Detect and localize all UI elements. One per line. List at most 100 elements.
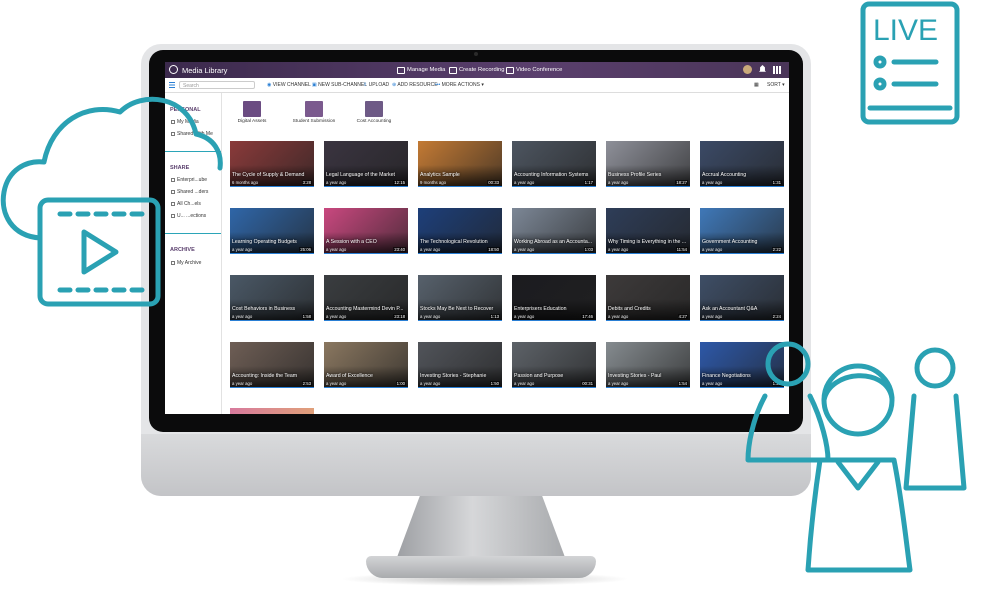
video-duration: 2:53 xyxy=(301,381,312,386)
video-tile[interactable]: Investing Stories - Stephanie a year ago 1… xyxy=(418,342,502,388)
nav-label: Video Conference xyxy=(516,67,563,73)
sidebar-item-my-media[interactable]: My Media xyxy=(171,119,199,125)
sidebar-item-enterprise-tube[interactable]: Enterpri...ube xyxy=(171,177,207,183)
video-title: The Technological Revolution xyxy=(420,239,488,245)
video-age: a year ago xyxy=(232,381,253,386)
divider xyxy=(165,151,221,152)
video-title: Why Timing is Everything in the ... xyxy=(608,239,687,245)
sidebar-item-shared-with-me[interactable]: Shared With Me xyxy=(171,131,213,137)
apps-grid-icon[interactable] xyxy=(773,66,781,74)
record-icon xyxy=(449,66,457,74)
menu-icon[interactable] xyxy=(169,82,175,88)
video-tile[interactable]: The Technological Revolution a year ago 18… xyxy=(418,208,502,254)
add-resource-button[interactable]: ⊕ ADD RESOURCE xyxy=(392,82,438,88)
video-tile[interactable]: Enterprisers Education a year ago 17:46 xyxy=(512,275,596,321)
video-duration: 23:18 xyxy=(393,314,406,319)
tube-icon xyxy=(171,177,175,182)
video-age: a year ago xyxy=(702,247,723,252)
view-channel-button[interactable]: ◉ VIEW CHANNEL xyxy=(267,82,311,88)
video-tile[interactable]: Finance Negotiations a year ago 1:21 xyxy=(700,342,784,388)
progress-bar xyxy=(512,386,596,388)
sort-button[interactable]: SORT ▾ xyxy=(767,82,785,88)
video-age: a year ago xyxy=(232,314,253,319)
video-title: Government Accounting xyxy=(702,239,758,245)
video-age: a year ago xyxy=(608,247,629,252)
folder-student-submission[interactable]: Student Submission xyxy=(284,101,344,124)
new-sub-channel-button[interactable]: ▣ NEW SUB-CHANNEL xyxy=(312,82,367,88)
video-tile[interactable]: Legal Language of the Market a year ago 12… xyxy=(324,141,408,187)
progress-bar xyxy=(418,319,502,321)
video-age: a year ago xyxy=(420,381,441,386)
nav-create-recording[interactable]: Create Recording xyxy=(449,65,504,75)
video-tile[interactable]: Accounting Mastermind Devin P... a year a… xyxy=(324,275,408,321)
sidebar-item-collections[interactable]: U... ...ections xyxy=(171,213,206,219)
monitor-chin xyxy=(141,434,811,496)
video-tile[interactable]: Learning Operating Budgets a year ago 25:0… xyxy=(230,208,314,254)
video-title: Passion and Purpose xyxy=(514,373,564,379)
video-tile[interactable]: Accrual Accounting a year ago 1:31 xyxy=(700,141,784,187)
action-label: VIEW CHANNEL xyxy=(272,82,311,88)
video-tile[interactable]: The Cycle of Supply & Demand 6 months ago… xyxy=(230,141,314,187)
bell-icon[interactable] xyxy=(759,65,766,72)
video-title: Debits and Credits xyxy=(608,306,651,312)
progress-bar xyxy=(512,252,596,254)
video-tile[interactable]: Why Timing is Everything in the ... a yea… xyxy=(606,208,690,254)
video-title: Investing Stories - Stephanie xyxy=(420,373,487,379)
sidebar-item-all-channels[interactable]: All Ch...els xyxy=(171,201,201,207)
more-actions-button[interactable]: ••• MORE ACTIONS ▾ xyxy=(435,82,484,88)
video-tile[interactable]: A Session with a CEO a year ago 23:40 xyxy=(324,208,408,254)
search-input[interactable]: Search xyxy=(179,81,255,89)
video-duration: 1:00 xyxy=(395,381,406,386)
video-tile-partial[interactable] xyxy=(230,408,314,414)
video-age: a year ago xyxy=(514,314,535,319)
video-tile[interactable]: Cost Behaviors in Business a year ago 1:58 xyxy=(230,275,314,321)
video-tile[interactable]: Accounting: Inside the Team a year ago 2:5… xyxy=(230,342,314,388)
video-tile[interactable]: Working Abroad as an Accounta... a year a… xyxy=(512,208,596,254)
content-area: Digital Assets Student Submission Cost A… xyxy=(222,93,789,414)
app-logo-icon[interactable] xyxy=(169,65,178,74)
action-label: MORE ACTIONS xyxy=(441,82,480,88)
video-tile[interactable]: Analytics Sample 9 months ago 00:33 xyxy=(418,141,502,187)
video-tile[interactable]: Accounting Information Systems a year ago… xyxy=(512,141,596,187)
video-duration: 23:40 xyxy=(393,247,406,252)
folder-cost-accounting[interactable]: Cost Accounting xyxy=(344,101,404,124)
video-age: a year ago xyxy=(326,314,347,319)
video-age: a year ago xyxy=(326,180,347,185)
video-tile[interactable]: Investing Stories - Paul a year ago 1:54 xyxy=(606,342,690,388)
live-label: LIVE xyxy=(873,14,938,47)
nav-manage-media[interactable]: Manage Media xyxy=(397,65,445,75)
video-title: Enterprisers Education xyxy=(514,306,567,312)
sidebar-item-my-archive[interactable]: My Archive xyxy=(171,260,201,266)
grid-view-icon[interactable]: ▦ xyxy=(754,82,759,88)
progress-bar xyxy=(700,386,784,388)
sidebar-item-label: All Ch...els xyxy=(177,201,201,207)
video-age: a year ago xyxy=(514,381,535,386)
sidebar-item-shared-folders[interactable]: Shared ...ders xyxy=(171,189,208,195)
video-tile[interactable]: Ask an Accountant Q&A a year ago 2:24 xyxy=(700,275,784,321)
folder-digital-assets[interactable]: Digital Assets xyxy=(222,101,282,124)
sidebar-item-label: U... ...ections xyxy=(177,213,207,219)
action-label: UPLOAD xyxy=(368,82,390,88)
video-tile[interactable]: Business Profile Series a year ago 18:27 xyxy=(606,141,690,187)
top-bar: Media Library Manage Media Create Record… xyxy=(165,62,789,78)
toolbar: Search ◉ VIEW CHANNEL ▣ NEW SUB-CHANNEL … xyxy=(165,78,789,93)
video-tile[interactable]: Award of Excellence a year ago 1:00 xyxy=(324,342,408,388)
video-tile[interactable]: Government Accounting a year ago 2:22 xyxy=(700,208,784,254)
video-tile[interactable]: Passion and Purpose a year ago 00:31 xyxy=(512,342,596,388)
video-title: Business Profile Series xyxy=(608,172,662,178)
video-title: Cost Behaviors in Business xyxy=(232,306,296,312)
upload-button[interactable]: ⇪ UPLOAD xyxy=(363,82,389,88)
video-age: a year ago xyxy=(326,381,347,386)
video-tile[interactable]: Stocks May Be Next to Recover a year ago 1… xyxy=(418,275,502,321)
monitor-base xyxy=(366,556,596,578)
video-title: The Cycle of Supply & Demand xyxy=(232,172,305,178)
sidebar-item-label: Enterpri...ube xyxy=(177,177,208,183)
nav-video-conference[interactable]: Video Conference xyxy=(506,65,562,75)
progress-bar xyxy=(512,319,596,321)
sidebar-item-label: My Media xyxy=(177,119,199,125)
video-tile[interactable]: Debits and Credits a year ago 4:27 xyxy=(606,275,690,321)
video-title: Learning Operating Budgets xyxy=(232,239,297,245)
more-icon: ••• xyxy=(435,82,442,88)
avatar[interactable] xyxy=(743,65,752,74)
video-title: Ask an Accountant Q&A xyxy=(702,306,758,312)
